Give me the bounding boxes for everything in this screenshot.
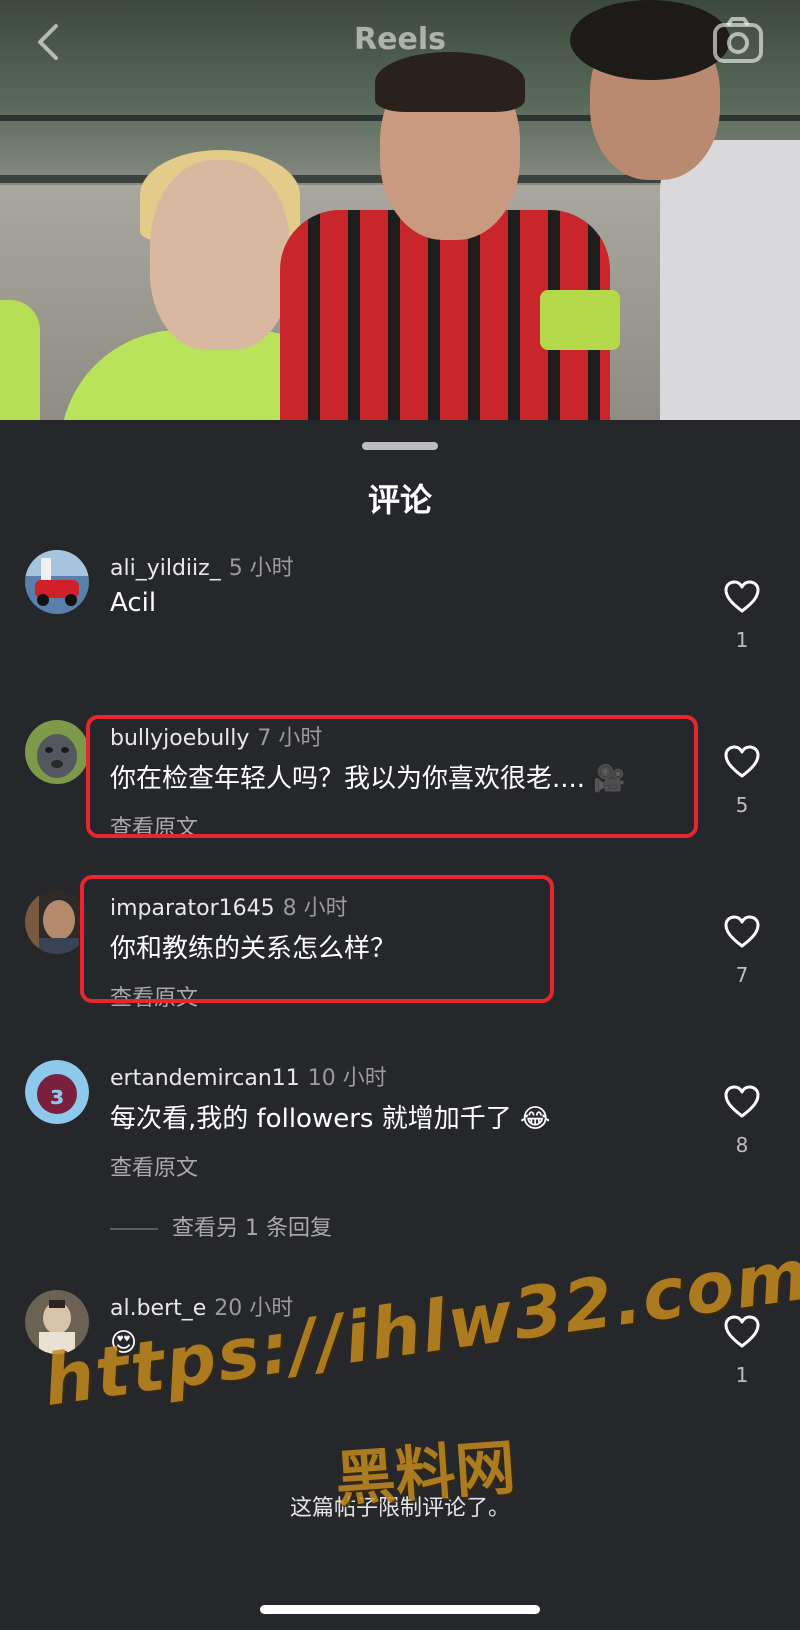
comment-item: ali_yildiiz_ 5 小时 Acil 1 xyxy=(0,550,800,660)
username[interactable]: ali_yildiiz_ xyxy=(110,556,221,581)
home-indicator[interactable] xyxy=(260,1605,540,1614)
like-count: 1 xyxy=(735,1363,749,1387)
comment-time: 10 小时 xyxy=(307,1066,387,1091)
video-figure xyxy=(660,140,800,420)
sheet-drag-handle[interactable] xyxy=(362,442,438,450)
top-bar: Reels xyxy=(0,0,800,85)
like-control[interactable]: 8 xyxy=(722,1085,762,1157)
like-count: 5 xyxy=(735,793,749,817)
highlight-box xyxy=(80,875,554,1003)
heart-icon[interactable] xyxy=(724,915,760,949)
like-count: 7 xyxy=(735,963,749,987)
comment-time: 5 小时 xyxy=(228,556,294,581)
comment-body: 每次看,我的 followers 就增加千了 xyxy=(110,1104,512,1134)
page-title: Reels xyxy=(354,22,446,57)
like-control[interactable]: 5 xyxy=(722,745,762,817)
comment-text: Acil xyxy=(110,588,157,618)
avatar[interactable] xyxy=(25,1290,89,1354)
see-original-link[interactable]: 查看原文 xyxy=(110,1150,198,1182)
highlight-box xyxy=(86,715,698,838)
heart-icon[interactable] xyxy=(724,580,760,614)
video-figure xyxy=(0,300,40,420)
reel-video-frame[interactable]: Reels xyxy=(0,0,800,420)
heart-icon[interactable] xyxy=(724,1085,760,1119)
svg-text:ɜ: ɜ xyxy=(50,1081,64,1111)
view-replies-label[interactable]: 查看另 1 条回复 xyxy=(172,1216,332,1241)
camera-icon[interactable] xyxy=(712,16,764,64)
username[interactable]: ertandemircan11 xyxy=(110,1066,300,1091)
comment-text: 每次看,我的 followers 就增加千了 😂 xyxy=(110,1098,550,1135)
video-figure xyxy=(150,160,290,350)
replies-divider xyxy=(110,1228,158,1230)
comment-item: al.bert_e 20 小时 😍 1 xyxy=(0,1290,800,1390)
comment-time: 20 小时 xyxy=(214,1296,294,1321)
comments-sheet: 评论 ali_yildiiz_ 5 小时 Acil 1 bullyjoebull… xyxy=(0,420,800,1630)
comment-item: ɜ ertandemircan11 10 小时 每次看,我的 followers … xyxy=(0,1060,800,1260)
like-count: 8 xyxy=(735,1133,749,1157)
like-control[interactable]: 1 xyxy=(722,580,762,652)
like-count: 1 xyxy=(735,628,749,652)
comment-author[interactable]: al.bert_e 20 小时 xyxy=(110,1290,293,1322)
username[interactable]: al.bert_e xyxy=(110,1296,206,1321)
heart-icon[interactable] xyxy=(724,1315,760,1349)
view-replies-link[interactable]: 查看另 1 条回复 xyxy=(110,1210,332,1242)
comment-author[interactable]: ali_yildiiz_ 5 小时 xyxy=(110,550,294,582)
comment-author[interactable]: ertandemircan11 10 小时 xyxy=(110,1060,387,1092)
video-figure xyxy=(540,290,620,350)
comment-text: 😍 xyxy=(110,1328,138,1358)
like-control[interactable]: 7 xyxy=(722,915,762,987)
heart-icon[interactable] xyxy=(724,745,760,779)
laughing-emoji: 😂 xyxy=(519,1104,551,1134)
avatar[interactable] xyxy=(25,720,89,784)
like-control[interactable]: 1 xyxy=(722,1315,762,1387)
avatar[interactable]: ɜ xyxy=(25,1060,89,1124)
sheet-title: 评论 xyxy=(367,481,432,519)
comments-restricted-notice: 这篇帖子限制评论了。 xyxy=(289,1496,510,1521)
avatar[interactable] xyxy=(25,550,89,614)
